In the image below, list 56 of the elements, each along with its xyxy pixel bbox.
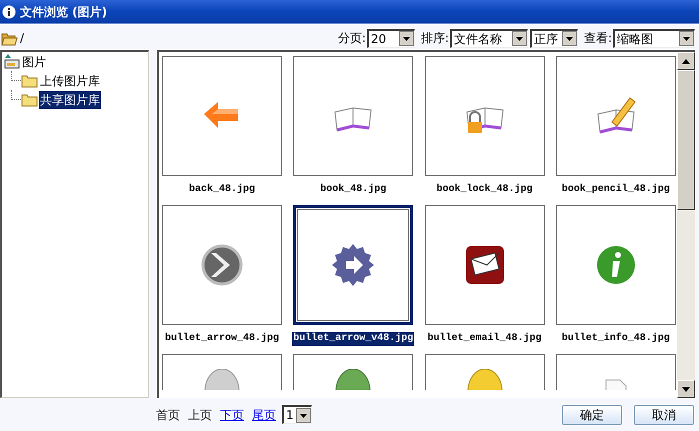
sort-order-dropdown[interactable]: 正序 — [530, 28, 578, 48]
field-label: 排序: — [420, 30, 449, 47]
page-size-dropdown[interactable]: 20 — [366, 28, 415, 48]
file-name[interactable]: book_48.jpg — [319, 183, 388, 197]
page-label: 首页 — [156, 406, 180, 424]
view-mode-dropdown[interactable]: 缩略图 — [613, 28, 695, 48]
page-link[interactable]: 下页 — [220, 406, 244, 424]
file-name[interactable]: bullet_arrow_48.jpg — [164, 332, 280, 346]
file-name[interactable]: bullet_arrow_v48.jpg — [292, 332, 414, 346]
page-number-dropdown[interactable]: 1 — [282, 405, 312, 424]
scrollbar-track[interactable] — [677, 52, 695, 398]
file-name[interactable]: bullet_email_48.jpg — [426, 332, 543, 346]
tree-item[interactable]: 上传图片库 — [39, 72, 101, 90]
drive-icon — [4, 54, 21, 70]
file-name[interactable]: book_lock_48.jpg — [435, 183, 534, 197]
scroll-up-button[interactable] — [677, 52, 695, 70]
thumbnail[interactable] — [556, 56, 676, 176]
current-path: / — [20, 30, 24, 47]
up-triangle-icon — [682, 58, 690, 64]
thumbnail[interactable] — [556, 354, 676, 390]
sort-field-dropdown[interactable]: 文件名称 — [450, 28, 528, 48]
folder-icon — [21, 74, 38, 88]
down-triangle-icon — [682, 386, 690, 392]
tree-item[interactable]: 图片 — [22, 53, 46, 71]
folder-icon — [21, 92, 38, 106]
thumbnail[interactable] — [162, 205, 282, 325]
thumbnail[interactable] — [424, 56, 544, 176]
caret-icon — [512, 31, 527, 46]
thumbnail[interactable] — [162, 354, 282, 390]
info-icon — [2, 4, 16, 18]
field-label: 分页: — [338, 30, 366, 47]
file-name[interactable]: bullet_info_48.jpg — [560, 332, 671, 346]
scroll-down-button[interactable] — [677, 380, 695, 398]
page-link[interactable]: 尾页 — [252, 406, 276, 424]
caret-icon — [562, 31, 577, 46]
page-label: 上页 — [188, 406, 212, 424]
dialog-button[interactable]: 确定 — [562, 404, 622, 424]
file-name[interactable]: back_48.jpg — [188, 183, 256, 197]
thumbnail[interactable] — [293, 56, 414, 176]
field-label: 查看: — [584, 30, 612, 47]
scrollbar-thumb[interactable] — [677, 70, 695, 210]
thumbnail[interactable] — [556, 205, 676, 325]
caret-icon — [296, 408, 311, 422]
thumbnail[interactable] — [293, 354, 414, 390]
open-folder-icon — [1, 30, 18, 46]
caret-icon — [679, 31, 694, 46]
window-title: 文件浏览 (图片) — [20, 4, 108, 20]
file-name[interactable]: book_pencil_48.jpg — [560, 183, 671, 197]
dialog-button[interactable]: 取消 — [634, 404, 694, 424]
caret-icon — [398, 31, 414, 46]
thumbnail[interactable] — [293, 205, 414, 325]
thumbnail[interactable] — [424, 205, 544, 325]
thumbnail[interactable] — [162, 56, 282, 176]
tree-item[interactable]: 共享图片库 — [39, 90, 101, 108]
document-icon — [604, 379, 627, 390]
thumbnail[interactable] — [424, 354, 544, 390]
